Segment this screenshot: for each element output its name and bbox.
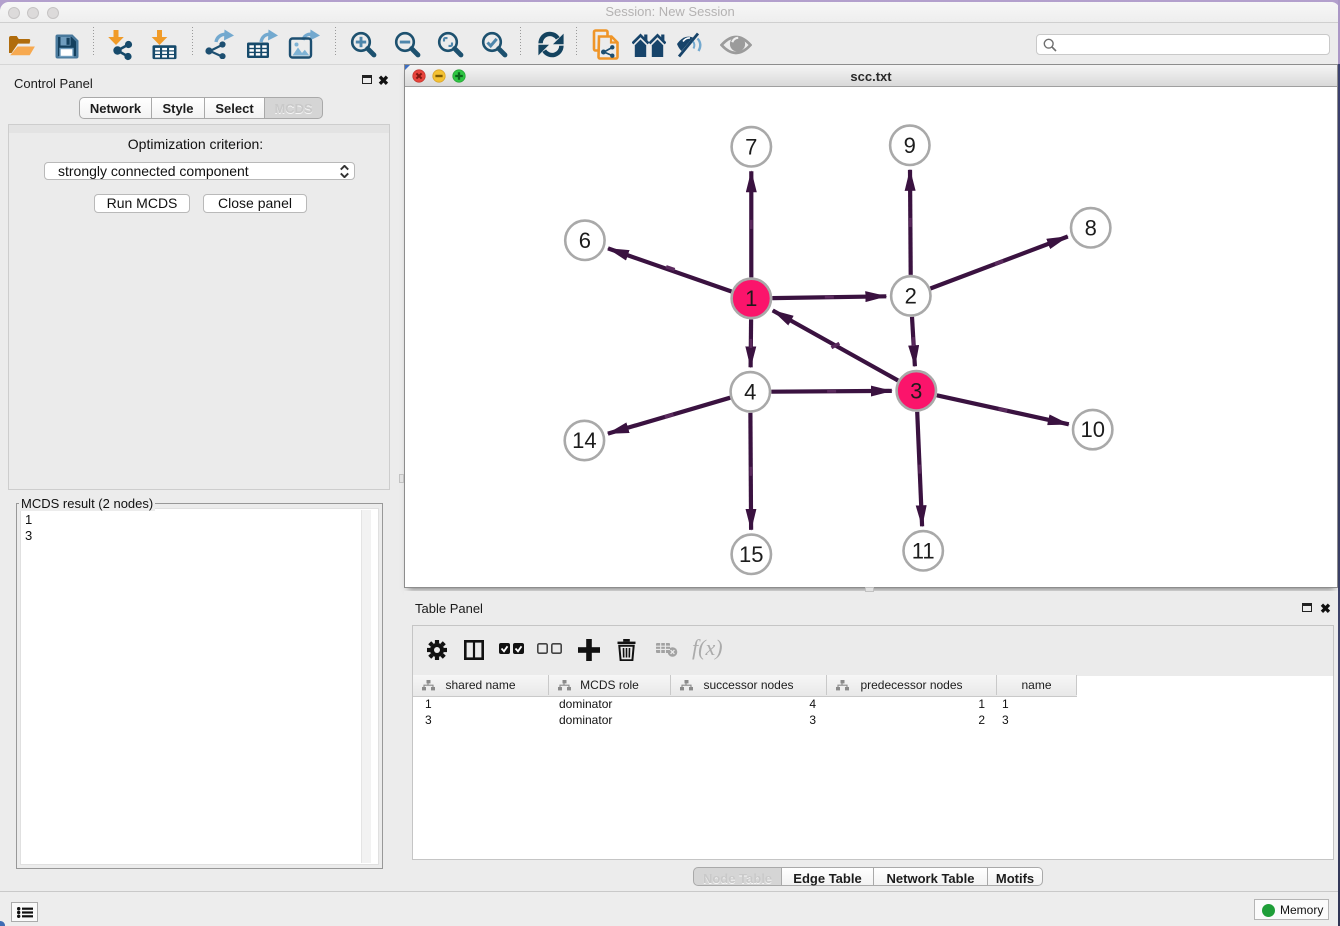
svg-text:15: 15	[739, 542, 763, 567]
svg-text:8: 8	[1085, 215, 1097, 240]
svg-text:3: 3	[910, 378, 922, 403]
svg-text:9: 9	[904, 133, 916, 158]
svg-text:6: 6	[579, 228, 591, 253]
svg-text:14: 14	[572, 428, 596, 453]
svg-text:7: 7	[745, 134, 757, 159]
svg-text:11: 11	[912, 538, 935, 563]
svg-text:2: 2	[905, 283, 917, 308]
svg-text:1: 1	[745, 286, 757, 311]
svg-text:4: 4	[744, 379, 756, 404]
svg-text:10: 10	[1080, 417, 1104, 442]
